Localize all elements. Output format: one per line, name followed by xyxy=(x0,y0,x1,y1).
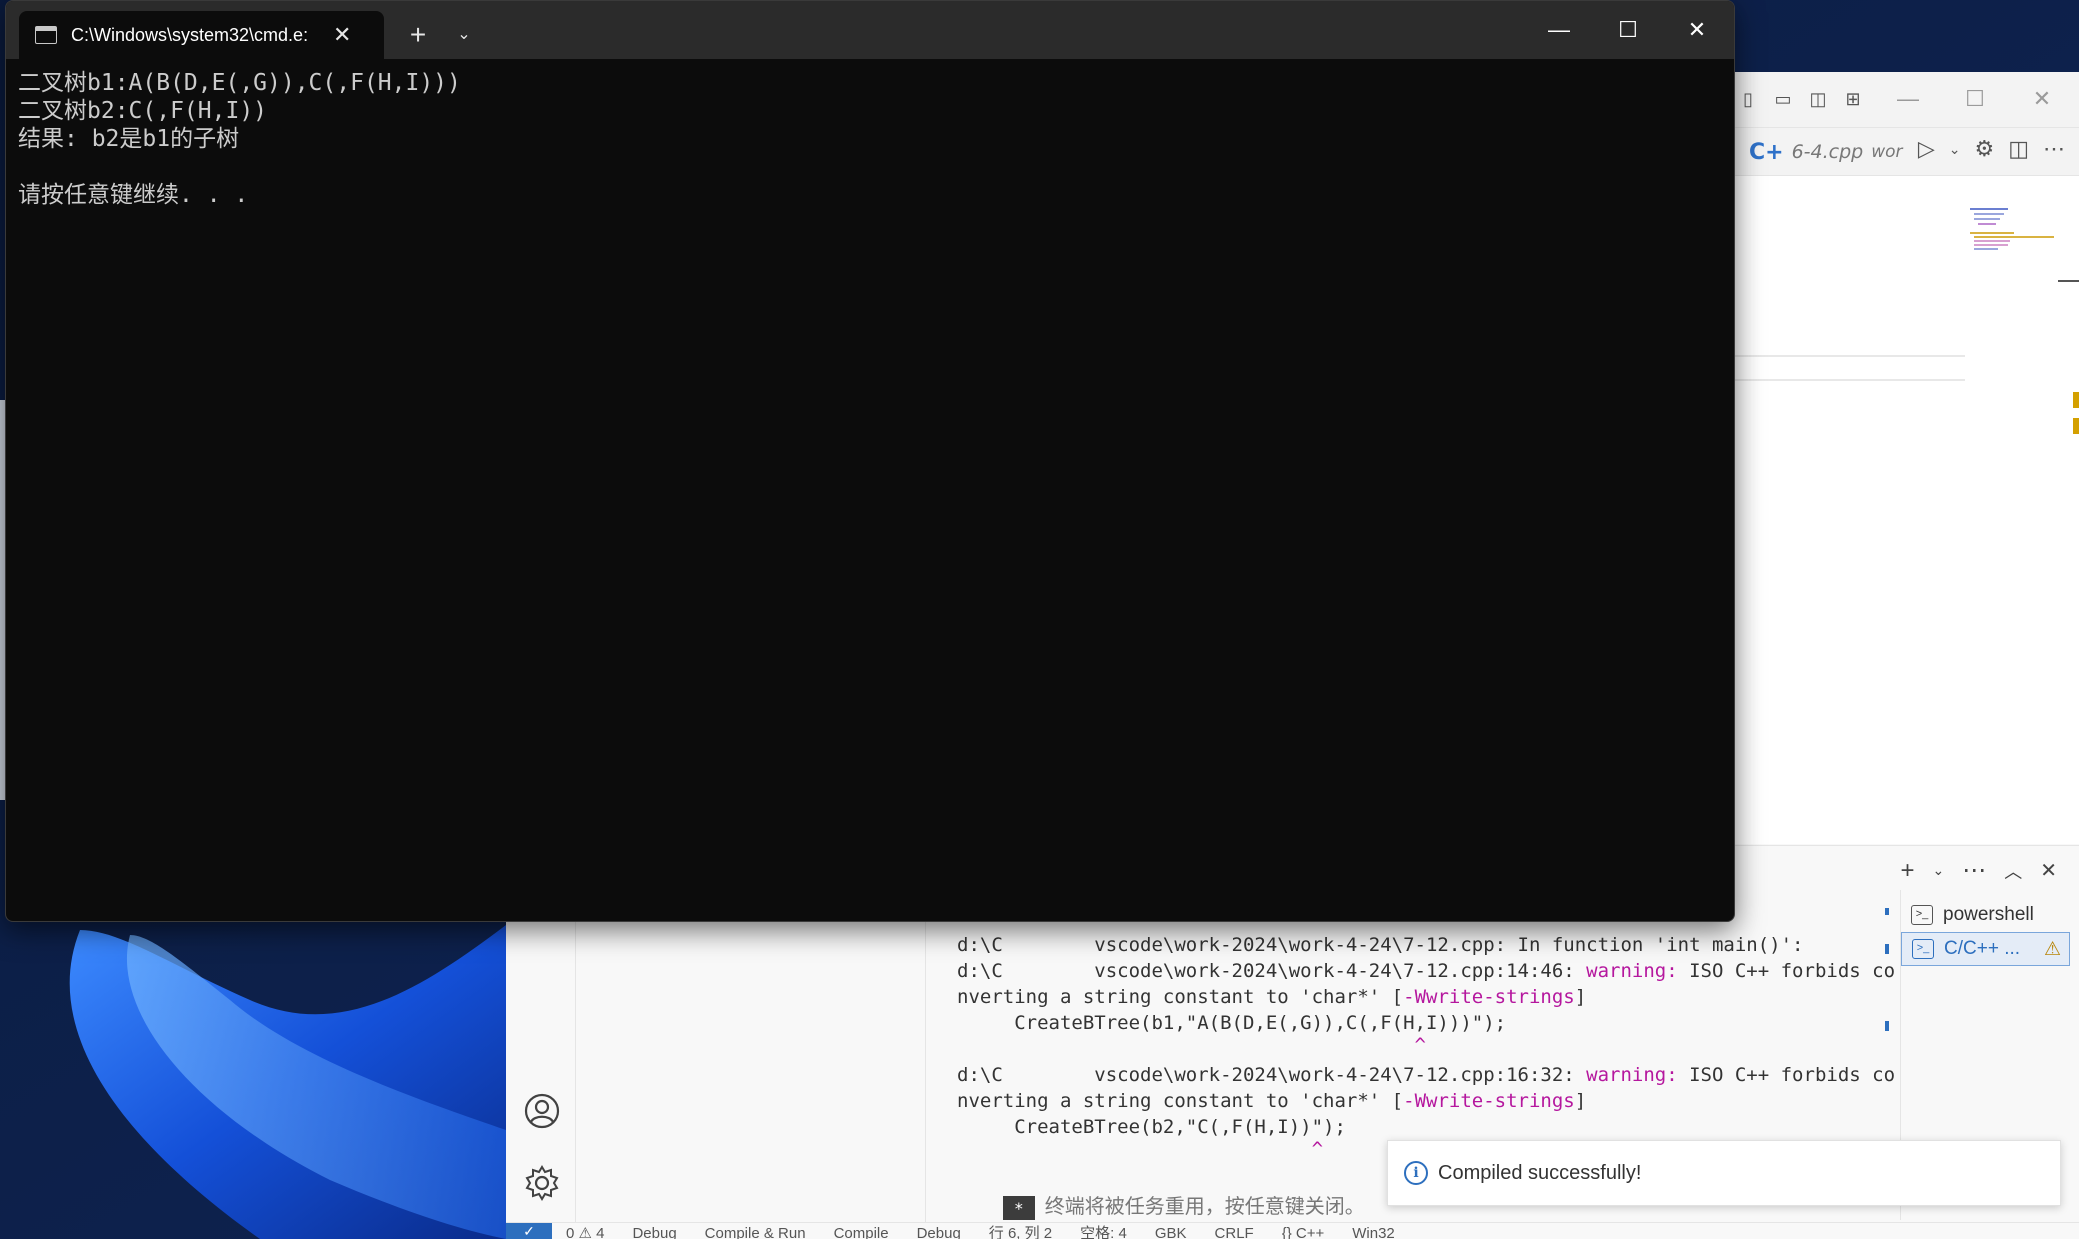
customize-layout-icon[interactable]: ⊞ xyxy=(1840,86,1866,112)
status-bar-item[interactable]: 0 ⚠ 4 xyxy=(566,1223,604,1239)
editor-tab[interactable]: C+ 6-4.cpp wor xyxy=(1749,136,1903,168)
close-button[interactable]: ✕ xyxy=(1669,9,1725,51)
terminal-caret: ^ xyxy=(957,1138,1324,1160)
activity-bar xyxy=(506,920,576,1239)
status-bar-item[interactable]: Debug xyxy=(632,1223,676,1239)
close-panel-icon[interactable]: ✕ xyxy=(2040,858,2057,883)
status-bar-item[interactable]: Compile & Run xyxy=(705,1223,806,1239)
terminal-list-item-label: C/C++ ... xyxy=(1944,938,2021,959)
maximize-panel-icon[interactable]: ︿ xyxy=(2004,858,2022,884)
new-tab-button[interactable]: + xyxy=(398,17,438,53)
toggle-primary-sidebar-icon[interactable]: ▯ xyxy=(1735,86,1761,112)
terminal-reuse-message: 终端将被任务重用，按任意键关闭。 xyxy=(1044,1194,1365,1218)
editor-scrollbar[interactable] xyxy=(2058,280,2079,282)
cmd-terminal-icon xyxy=(35,26,57,44)
sidebar xyxy=(576,920,926,1239)
cmd-output[interactable]: 二叉树b1:A(B(D,E(,G)),C(,F(H,I))) 二叉树b2:C(,F… xyxy=(18,69,461,209)
notification-toast[interactable]: i Compiled successfully! xyxy=(1387,1140,2061,1206)
terminal-list-item-powershell[interactable]: >_ powershell xyxy=(1911,898,2034,932)
cmd-output-line: 结果: b2是b1的子树 xyxy=(18,126,240,152)
vscode-tabbar: C+ 6-4.cpp wor ▷ ⌄ ⚙ ◫ ⋯ xyxy=(1733,128,2079,176)
status-bar-item[interactable]: Compile xyxy=(834,1223,889,1239)
minimize-button[interactable]: — xyxy=(1531,9,1587,51)
warning-icon: ⚠ xyxy=(2044,938,2062,960)
more-actions-icon[interactable]: ⋯ xyxy=(1962,856,1986,885)
terminal-line: d:\C vscode\work-2024\work-4-24\7-12.cpp… xyxy=(957,1064,1896,1086)
terminal-line: CreateBTree(b2,"C(,F(H,I))"); xyxy=(957,1116,1346,1138)
notification-message: Compiled successfully! xyxy=(1438,1161,1642,1184)
run-icon[interactable]: ▷ xyxy=(1918,136,1935,162)
editor-tab-breadcrumb: wor xyxy=(1871,142,1903,162)
status-bar-item[interactable]: Win32 xyxy=(1352,1223,1395,1239)
terminal-gutter-marker xyxy=(1885,1021,1889,1031)
minimize-button[interactable]: — xyxy=(1891,84,1925,114)
cpp-file-icon: C+ xyxy=(1749,139,1784,165)
scrollbar-warning-marker xyxy=(2073,392,2079,408)
terminal-list-item-cpp[interactable]: >_ C/C++ ... ⚠ xyxy=(1901,932,2070,966)
cmd-output-line: 二叉树b2:C(,F(H,I)) xyxy=(18,98,268,124)
info-icon: i xyxy=(1404,1161,1428,1185)
cmd-window[interactable]: C:\Windows\system32\cmd.e: ✕ + ⌄ — ☐ ✕ 二… xyxy=(5,0,1735,922)
status-bar-item[interactable]: 空格: 4 xyxy=(1080,1223,1127,1239)
cmd-output-line: 二叉树b1:A(B(D,E(,G)),C(,F(H,I))) xyxy=(18,70,461,96)
cmd-tab-title: C:\Windows\system32\cmd.e: xyxy=(71,24,309,45)
toggle-secondary-sidebar-icon[interactable]: ◫ xyxy=(1805,86,1831,112)
minimap[interactable] xyxy=(1970,208,2060,258)
terminal-line: d:\C vscode\work-2024\work-4-24\7-12.cpp… xyxy=(957,960,1896,982)
terminal-icon: >_ xyxy=(1912,939,1934,959)
more-actions-icon[interactable]: ⋯ xyxy=(2043,136,2065,162)
split-editor-icon[interactable]: ◫ xyxy=(2008,136,2029,162)
maximize-button[interactable]: ☐ xyxy=(1958,84,1992,114)
terminal-line: nverting a string constant to 'char*' [-… xyxy=(957,986,1587,1008)
terminal-gutter-marker xyxy=(1885,944,1889,954)
status-bar-item[interactable]: GBK xyxy=(1155,1223,1187,1239)
account-icon[interactable] xyxy=(523,1092,561,1130)
scrollbar-warning-marker xyxy=(2073,418,2079,434)
status-bar-item[interactable]: 行 6, 列 2 xyxy=(989,1223,1052,1239)
terminal-gutter-marker xyxy=(1885,908,1889,915)
toggle-panel-icon[interactable]: ▭ xyxy=(1770,86,1796,112)
tab-dropdown-button[interactable]: ⌄ xyxy=(446,17,482,53)
cmd-tab[interactable]: C:\Windows\system32\cmd.e: ✕ xyxy=(19,11,384,59)
status-bar-item[interactable]: {} C++ xyxy=(1282,1223,1325,1239)
status-bar-item[interactable]: CRLF xyxy=(1215,1223,1254,1239)
panel-header: + ⌄ ⋯ ︿ ✕ xyxy=(1733,845,2079,895)
cmd-output-line: 请按任意键继续. . . xyxy=(18,182,249,208)
vscode-titlebar: ▯ ▭ ◫ ⊞ — ☐ ✕ xyxy=(1733,72,2079,128)
terminal-caret: ^ xyxy=(957,1034,1426,1056)
cmd-output-line xyxy=(18,153,461,181)
terminal-line: nverting a string constant to 'char*' [-… xyxy=(957,1090,1587,1112)
chevron-down-icon[interactable]: ⌄ xyxy=(1933,862,1945,879)
editor-divider xyxy=(1733,355,1965,357)
editor-area[interactable] xyxy=(1733,176,2079,844)
terminal-line: d:\C vscode\work-2024\work-4-24\7-12.cpp… xyxy=(957,934,1804,956)
status-bar-item[interactable]: Debug xyxy=(917,1223,961,1239)
close-button[interactable]: ✕ xyxy=(2025,84,2059,114)
status-bar: ✓ 0 ⚠ 4 Debug Compile & Run Compile Debug 行 6… xyxy=(506,1222,2079,1239)
terminal-icon: >_ xyxy=(1911,905,1933,925)
cmd-titlebar[interactable]: C:\Windows\system32\cmd.e: ✕ + ⌄ — ☐ ✕ xyxy=(6,1,1734,59)
terminal-line: CreateBTree(b1,"A(B(D,E(,G)),C(,F(H,I)))… xyxy=(957,1012,1507,1034)
gear-icon[interactable]: ⚙ xyxy=(1974,136,1994,162)
new-terminal-icon[interactable]: + xyxy=(1900,857,1914,885)
terminal-badge: * xyxy=(1002,1195,1035,1220)
editor-divider xyxy=(1733,379,1965,381)
maximize-button[interactable]: ☐ xyxy=(1600,9,1656,51)
chevron-down-icon[interactable]: ⌄ xyxy=(1949,136,1961,162)
gear-icon[interactable] xyxy=(523,1164,561,1202)
editor-tab-label: 6-4.cpp xyxy=(1791,141,1864,163)
close-tab-icon[interactable]: ✕ xyxy=(333,22,351,48)
remote-indicator[interactable]: ✓ xyxy=(506,1223,552,1239)
terminal-list-item-label: powershell xyxy=(1943,904,2034,925)
